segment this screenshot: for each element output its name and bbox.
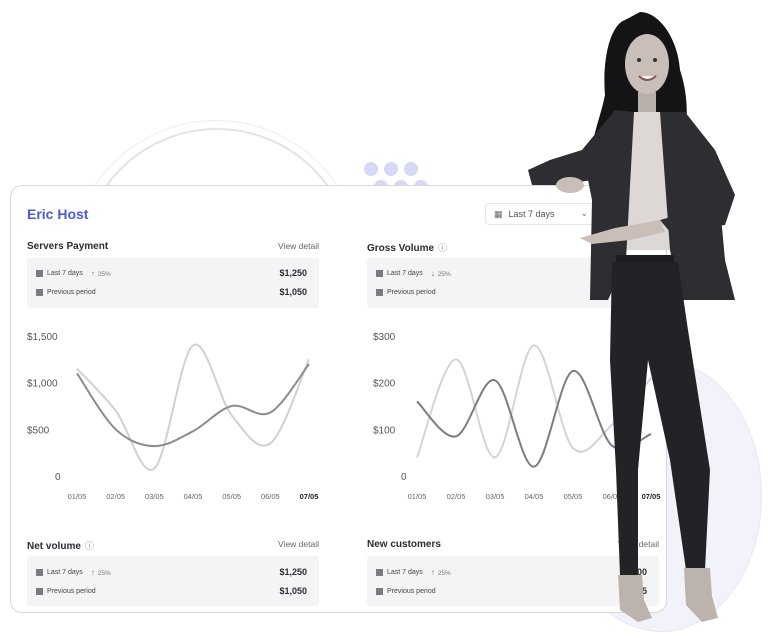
x-tick-label: 03/05: [486, 492, 505, 501]
x-tick-label: 02/05: [447, 492, 466, 501]
legend-swatch: [376, 288, 383, 296]
x-tick-label: 07/05: [300, 492, 319, 501]
previous-value: $1,050: [279, 287, 307, 297]
info-icon: ⓘ: [84, 541, 94, 551]
legend-swatch: [36, 288, 43, 296]
current-value: $1,250: [279, 268, 307, 278]
change-badge: ↑ 25%: [90, 268, 111, 278]
view-detail-link[interactable]: View detail: [278, 539, 319, 549]
legend-swatch: [36, 568, 43, 576]
legend-swatch: [376, 269, 383, 277]
stats-box: Last 7 days ↑ 25% $1,250 Previous period …: [27, 556, 319, 606]
previous-period-row: Previous period $1,050: [36, 284, 307, 300]
x-tick-label: 04/05: [184, 492, 203, 501]
x-tick-label: 05/05: [222, 492, 241, 501]
x-tick-label: 01/05: [408, 492, 427, 501]
presenter-person-image: [528, 12, 735, 622]
change-badge: ↑ 25%: [90, 567, 111, 577]
arrow-up-icon: ↑: [90, 567, 95, 577]
change-badge: ↓ 25%: [430, 268, 451, 278]
previous-value: $1,050: [279, 586, 307, 596]
current-period-row: Last 7 days ↑ 25% $1,250: [36, 265, 307, 281]
y-tick-label: $200: [373, 379, 396, 390]
legend-swatch: [36, 587, 43, 595]
y-tick-label: 0: [401, 472, 407, 483]
panel-title: New customers: [367, 539, 441, 550]
x-tick-label: 02/05: [106, 492, 125, 501]
info-icon: ⓘ: [438, 243, 448, 253]
current-value: $1,250: [279, 567, 307, 577]
y-tick-label: 0: [55, 472, 61, 483]
previous-period-row: Previous period $1,050: [36, 583, 307, 599]
change-badge: ↑ 25%: [430, 567, 451, 577]
view-detail-link[interactable]: View detail: [278, 241, 319, 251]
x-tick-label: 03/05: [145, 492, 164, 501]
y-tick-label: $1,500: [27, 332, 58, 343]
series-line: [76, 343, 310, 472]
y-tick-label: $1,000: [27, 379, 58, 390]
arrow-up-icon: ↑: [430, 567, 435, 577]
legend-swatch: [36, 269, 43, 277]
calendar-icon: ▦: [494, 208, 503, 219]
y-tick-label: $100: [373, 425, 396, 436]
x-tick-label: 06/05: [261, 492, 280, 501]
panel-title: Servers Payment: [27, 241, 109, 252]
stats-box: Last 7 days ↑ 25% $1,250 Previous period …: [27, 258, 319, 308]
legend-swatch: [376, 587, 383, 595]
current-period-row: Last 7 days ↑ 25% $1,250: [36, 564, 307, 580]
dashboard-title: Eric Host: [27, 206, 89, 222]
legend-swatch: [376, 568, 383, 576]
y-tick-label: $300: [373, 332, 396, 343]
servers-payment-chart: $1,500 $1,000 $500 0 01/05 02/05 03/05 04/05 05/…: [27, 332, 318, 501]
panel-title: Net volume ⓘ: [27, 541, 94, 552]
arrow-up-icon: ↑: [90, 268, 95, 278]
y-tick-label: $500: [27, 425, 50, 436]
panel-title: Gross Volume ⓘ: [367, 243, 448, 254]
x-tick-label: 01/05: [68, 492, 87, 501]
arrow-down-icon: ↓: [430, 268, 435, 278]
